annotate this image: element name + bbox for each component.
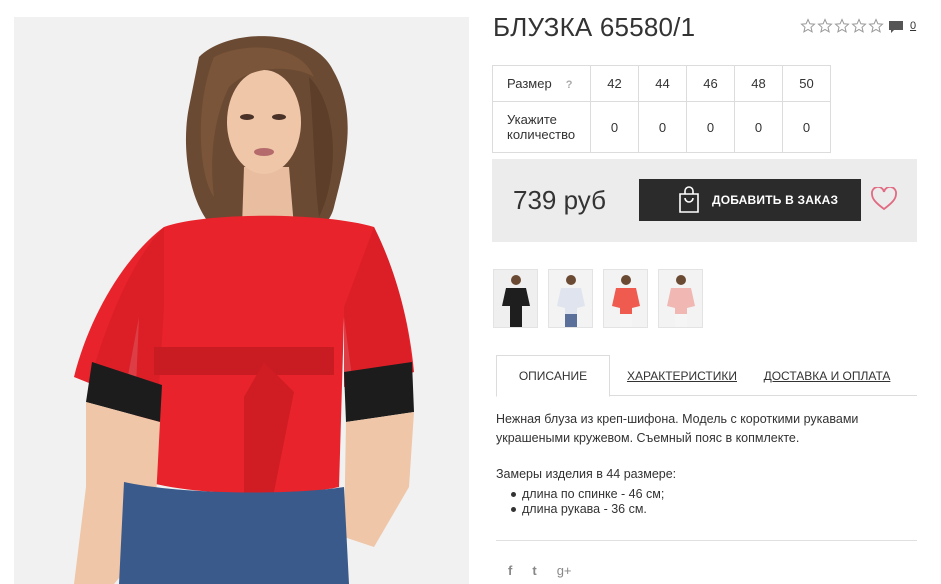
add-to-order-button[interactable]: ДОБАВИТЬ В ЗАКАЗ	[639, 179, 861, 221]
facebook-icon[interactable]: f	[508, 563, 512, 578]
tab-description[interactable]: ОПИСАНИЕ	[496, 355, 610, 397]
size-table: Размер? 42 44 46 48 50 Укажите количеств…	[492, 65, 831, 153]
size-cell: 46	[686, 65, 735, 102]
list-item: длина рукава - 36 см.	[496, 502, 664, 517]
quantity-input[interactable]: 0	[638, 101, 687, 153]
thumbnail-black[interactable]	[493, 269, 538, 328]
size-help-icon[interactable]: ?	[566, 79, 573, 91]
size-cell: 48	[734, 65, 783, 102]
size-cell: 42	[590, 65, 639, 102]
google-plus-icon[interactable]: g+	[557, 563, 572, 578]
size-label-cell: Размер?	[492, 65, 591, 102]
star-icon[interactable]	[851, 18, 867, 34]
thumbnail-pink[interactable]	[658, 269, 703, 328]
thumbnail-gallery	[493, 269, 703, 328]
rating-stars[interactable]	[800, 18, 884, 34]
star-icon[interactable]	[834, 18, 850, 34]
shopping-bag-icon	[679, 186, 699, 213]
social-share: f t g+	[508, 563, 572, 578]
twitter-icon[interactable]: t	[532, 563, 536, 578]
product-main-photo[interactable]	[14, 17, 469, 584]
comment-icon[interactable]	[888, 20, 904, 34]
thumbnail-white[interactable]	[548, 269, 593, 328]
star-icon[interactable]	[817, 18, 833, 34]
star-icon[interactable]	[800, 18, 816, 34]
quantity-input[interactable]: 0	[782, 101, 831, 153]
quantity-input[interactable]: 0	[734, 101, 783, 153]
comment-count-link[interactable]: 0	[910, 20, 916, 32]
description-text: Нежная блуза из креп-шифона. Модель с ко…	[496, 412, 859, 445]
star-icon[interactable]	[868, 18, 884, 34]
price-panel: 739 руб ДОБАВИТЬ В ЗАКАЗ	[492, 159, 917, 242]
divider	[496, 540, 917, 541]
size-cell: 44	[638, 65, 687, 102]
product-title: БЛУЗКА 65580/1	[493, 12, 696, 42]
size-cell: 50	[782, 65, 831, 102]
add-to-order-label: ДОБАВИТЬ В ЗАКАЗ	[712, 193, 839, 207]
list-item: длина по спинке - 46 см;	[496, 487, 664, 502]
product-tabs: ОПИСАНИЕ ХАРАКТЕРИСТИКИ ДОСТАВКА И ОПЛАТ…	[496, 355, 917, 397]
price: 739 руб	[513, 185, 606, 215]
measurements-title: Замеры изделия в 44 размере:	[496, 467, 677, 481]
heart-icon[interactable]	[871, 187, 897, 211]
measurements-list: длина по спинке - 46 см; длина рукава - …	[496, 487, 664, 517]
quantity-label: Укажите количество	[492, 101, 591, 153]
tab-characteristics[interactable]: ХАРАКТЕРИСТИКИ	[622, 355, 742, 396]
thumbnail-red[interactable]	[603, 269, 648, 328]
size-label: Размер	[507, 76, 552, 91]
quantity-input[interactable]: 0	[590, 101, 639, 153]
quantity-input[interactable]: 0	[686, 101, 735, 153]
tab-delivery[interactable]: ДОСТАВКА И ОПЛАТА	[761, 355, 893, 396]
